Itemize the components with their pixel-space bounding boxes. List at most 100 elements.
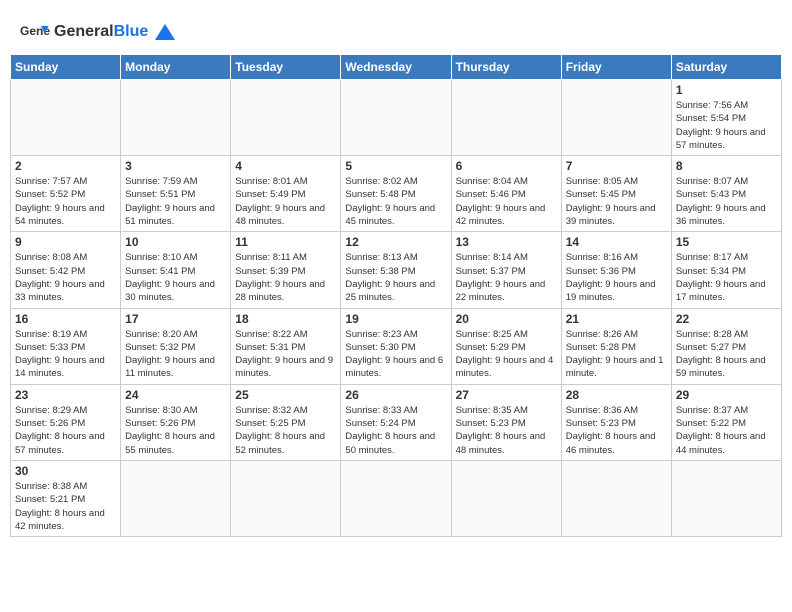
calendar-week-row: 2Sunrise: 7:57 AM Sunset: 5:52 PM Daylig… — [11, 156, 782, 232]
calendar-week-row: 30Sunrise: 8:38 AM Sunset: 5:21 PM Dayli… — [11, 460, 782, 536]
day-info: Sunrise: 8:13 AM Sunset: 5:38 PM Dayligh… — [345, 251, 446, 304]
day-number: 18 — [235, 312, 336, 326]
day-number: 17 — [125, 312, 226, 326]
calendar-cell: 26 Sunrise: 8:33 AM Sunset: 5:24 PM Dayli… — [341, 384, 451, 460]
day-info: Sunrise: 8:28 AM Sunset: 5:27 PM Dayligh… — [676, 328, 777, 381]
day-info: Sunrise: 7:56 AM Sunset: 5:54 PM Dayligh… — [676, 99, 777, 152]
calendar-header-row: SundayMondayTuesdayWednesdayThursdayFrid… — [11, 55, 782, 80]
calendar-cell: 9 Sunrise: 8:08 AM Sunset: 5:42 PM Daylig… — [11, 232, 121, 308]
logo-general-text: General — [54, 23, 114, 40]
day-number: 16 — [15, 312, 116, 326]
calendar-week-row: 1 Sunrise: 7:56 AM Sunset: 5:54 PM Daylig… — [11, 80, 782, 156]
day-info: Sunrise: 8:05 AM Sunset: 5:45 PM Dayligh… — [566, 175, 667, 228]
calendar-cell — [451, 80, 561, 156]
calendar-cell — [121, 80, 231, 156]
calendar-cell — [451, 460, 561, 536]
calendar-cell: 5 Sunrise: 8:02 AM Sunset: 5:48 PM Daylig… — [341, 156, 451, 232]
day-number: 25 — [235, 388, 336, 402]
day-info: Sunrise: 8:33 AM Sunset: 5:24 PM Dayligh… — [345, 404, 446, 457]
day-number: 23 — [15, 388, 116, 402]
calendar-cell: 18 Sunrise: 8:22 AM Sunset: 5:31 PM Dayli… — [231, 308, 341, 384]
calendar-cell: 15Sunrise: 8:17 AM Sunset: 5:34 PM Dayli… — [671, 232, 781, 308]
day-info: Sunrise: 8:01 AM Sunset: 5:49 PM Dayligh… — [235, 175, 336, 228]
day-number: 1 — [676, 83, 777, 97]
calendar-cell: 2Sunrise: 7:57 AM Sunset: 5:52 PM Daylig… — [11, 156, 121, 232]
day-info: Sunrise: 7:57 AM Sunset: 5:52 PM Dayligh… — [15, 175, 116, 228]
day-number: 11 — [235, 235, 336, 249]
day-number: 30 — [15, 464, 116, 478]
logo: General GeneralBlue — [20, 20, 175, 44]
calendar-cell: 16Sunrise: 8:19 AM Sunset: 5:33 PM Dayli… — [11, 308, 121, 384]
day-number: 14 — [566, 235, 667, 249]
day-number: 26 — [345, 388, 446, 402]
calendar-cell: 11 Sunrise: 8:11 AM Sunset: 5:39 PM Dayli… — [231, 232, 341, 308]
day-number: 10 — [125, 235, 226, 249]
day-number: 20 — [456, 312, 557, 326]
calendar-cell: 12 Sunrise: 8:13 AM Sunset: 5:38 PM Dayli… — [341, 232, 451, 308]
day-number: 8 — [676, 159, 777, 173]
day-info: Sunrise: 8:02 AM Sunset: 5:48 PM Dayligh… — [345, 175, 446, 228]
logo-icon: General — [20, 20, 50, 44]
day-number: 27 — [456, 388, 557, 402]
day-number: 9 — [15, 235, 116, 249]
page-header: General GeneralBlue — [10, 10, 782, 49]
calendar-cell — [341, 80, 451, 156]
calendar-cell: 22 Sunrise: 8:28 AM Sunset: 5:27 PM Dayli… — [671, 308, 781, 384]
calendar-cell: 8 Sunrise: 8:07 AM Sunset: 5:43 PM Daylig… — [671, 156, 781, 232]
day-info: Sunrise: 8:11 AM Sunset: 5:39 PM Dayligh… — [235, 251, 336, 304]
calendar-cell: 29 Sunrise: 8:37 AM Sunset: 5:22 PM Dayli… — [671, 384, 781, 460]
day-header-sunday: Sunday — [11, 55, 121, 80]
calendar-cell — [561, 460, 671, 536]
day-number: 12 — [345, 235, 446, 249]
calendar-week-row: 16Sunrise: 8:19 AM Sunset: 5:33 PM Dayli… — [11, 308, 782, 384]
day-header-wednesday: Wednesday — [341, 55, 451, 80]
day-info: Sunrise: 8:32 AM Sunset: 5:25 PM Dayligh… — [235, 404, 336, 457]
day-number: 29 — [676, 388, 777, 402]
day-info: Sunrise: 8:26 AM Sunset: 5:28 PM Dayligh… — [566, 328, 667, 381]
day-info: Sunrise: 8:16 AM Sunset: 5:36 PM Dayligh… — [566, 251, 667, 304]
day-info: Sunrise: 8:10 AM Sunset: 5:41 PM Dayligh… — [125, 251, 226, 304]
calendar-cell: 1 Sunrise: 7:56 AM Sunset: 5:54 PM Daylig… — [671, 80, 781, 156]
day-number: 5 — [345, 159, 446, 173]
calendar-cell — [671, 460, 781, 536]
day-number: 22 — [676, 312, 777, 326]
day-info: Sunrise: 8:22 AM Sunset: 5:31 PM Dayligh… — [235, 328, 336, 381]
calendar-week-row: 23 Sunrise: 8:29 AM Sunset: 5:26 PM Dayli… — [11, 384, 782, 460]
calendar-cell: 7 Sunrise: 8:05 AM Sunset: 5:45 PM Daylig… — [561, 156, 671, 232]
day-number: 28 — [566, 388, 667, 402]
day-info: Sunrise: 8:20 AM Sunset: 5:32 PM Dayligh… — [125, 328, 226, 381]
day-info: Sunrise: 8:30 AM Sunset: 5:26 PM Dayligh… — [125, 404, 226, 457]
calendar-cell: 27 Sunrise: 8:35 AM Sunset: 5:23 PM Dayli… — [451, 384, 561, 460]
day-number: 21 — [566, 312, 667, 326]
calendar-cell: 24 Sunrise: 8:30 AM Sunset: 5:26 PM Dayli… — [121, 384, 231, 460]
calendar-cell — [121, 460, 231, 536]
day-number: 3 — [125, 159, 226, 173]
calendar-cell — [11, 80, 121, 156]
day-number: 15 — [676, 235, 777, 249]
calendar-cell: 4 Sunrise: 8:01 AM Sunset: 5:49 PM Daylig… — [231, 156, 341, 232]
calendar-table: SundayMondayTuesdayWednesdayThursdayFrid… — [10, 54, 782, 537]
calendar-cell: 19Sunrise: 8:23 AM Sunset: 5:30 PM Dayli… — [341, 308, 451, 384]
calendar-cell — [341, 460, 451, 536]
logo-blue-text: Blue — [114, 23, 149, 40]
day-number: 7 — [566, 159, 667, 173]
day-info: Sunrise: 8:07 AM Sunset: 5:43 PM Dayligh… — [676, 175, 777, 228]
calendar-cell: 13Sunrise: 8:14 AM Sunset: 5:37 PM Dayli… — [451, 232, 561, 308]
day-info: Sunrise: 7:59 AM Sunset: 5:51 PM Dayligh… — [125, 175, 226, 228]
day-number: 24 — [125, 388, 226, 402]
calendar-cell: 17 Sunrise: 8:20 AM Sunset: 5:32 PM Dayli… — [121, 308, 231, 384]
calendar-cell: 20Sunrise: 8:25 AM Sunset: 5:29 PM Dayli… — [451, 308, 561, 384]
calendar-cell: 14 Sunrise: 8:16 AM Sunset: 5:36 PM Dayli… — [561, 232, 671, 308]
day-info: Sunrise: 8:35 AM Sunset: 5:23 PM Dayligh… — [456, 404, 557, 457]
day-info: Sunrise: 8:37 AM Sunset: 5:22 PM Dayligh… — [676, 404, 777, 457]
calendar-cell: 3 Sunrise: 7:59 AM Sunset: 5:51 PM Daylig… — [121, 156, 231, 232]
calendar-cell: 10 Sunrise: 8:10 AM Sunset: 5:41 PM Dayli… — [121, 232, 231, 308]
day-number: 6 — [456, 159, 557, 173]
logo-triangle-icon — [155, 24, 175, 40]
calendar-cell: 30Sunrise: 8:38 AM Sunset: 5:21 PM Dayli… — [11, 460, 121, 536]
day-header-tuesday: Tuesday — [231, 55, 341, 80]
day-info: Sunrise: 8:29 AM Sunset: 5:26 PM Dayligh… — [15, 404, 116, 457]
day-header-thursday: Thursday — [451, 55, 561, 80]
day-info: Sunrise: 8:08 AM Sunset: 5:42 PM Dayligh… — [15, 251, 116, 304]
day-number: 4 — [235, 159, 336, 173]
